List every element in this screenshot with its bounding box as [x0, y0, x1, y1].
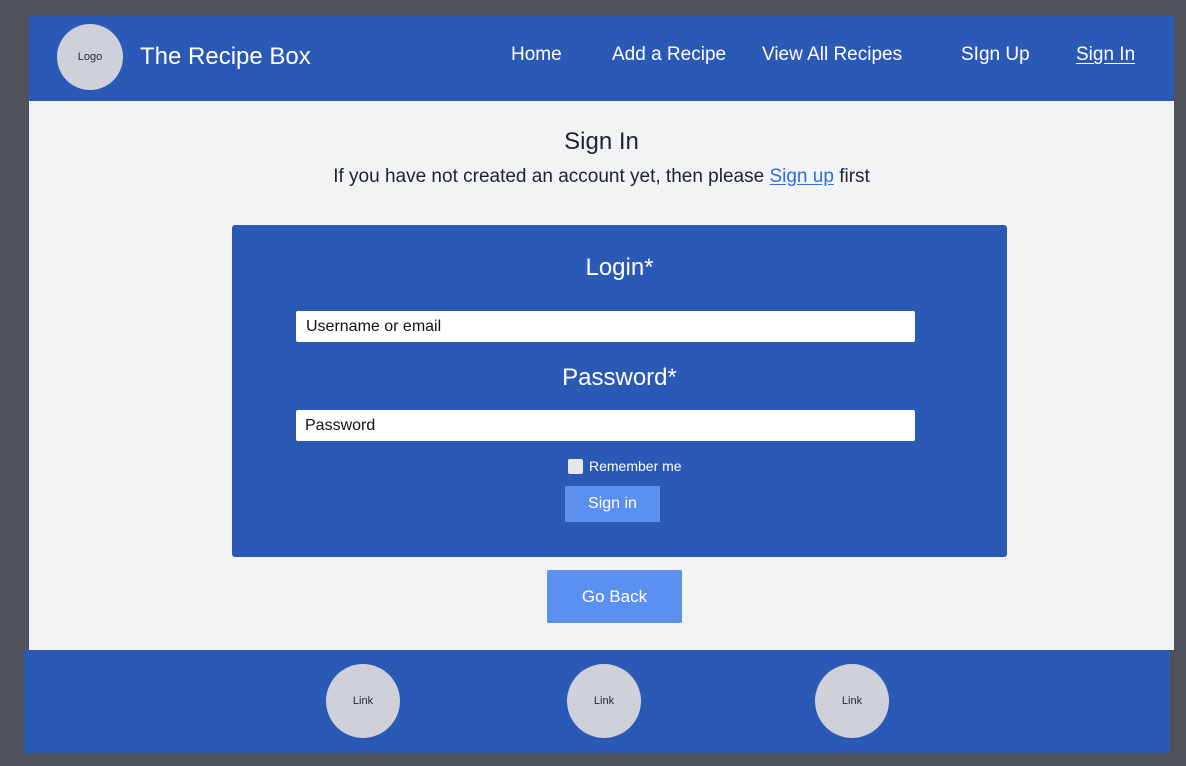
- remember-me-label: Remember me: [589, 458, 682, 474]
- subtitle-text-after: first: [839, 166, 870, 187]
- logo-text: Logo: [77, 51, 103, 63]
- password-input[interactable]: [296, 410, 915, 441]
- site-header: Logo The Recipe Box Home Add a Recipe Vi…: [29, 16, 1174, 101]
- page-title: Sign In: [564, 128, 639, 155]
- nav-sign-in[interactable]: Sign In: [1076, 44, 1135, 66]
- nav-add-recipe[interactable]: Add a Recipe: [612, 44, 726, 66]
- go-back-button[interactable]: Go Back: [547, 570, 682, 623]
- page: Logo The Recipe Box Home Add a Recipe Vi…: [29, 16, 1174, 650]
- footer-link-1[interactable]: Link: [326, 664, 400, 738]
- remember-me-checkbox[interactable]: [568, 458, 583, 474]
- sign-in-form: Login* Password* Remember me Sign in: [232, 225, 1007, 557]
- site-title[interactable]: The Recipe Box: [140, 43, 311, 71]
- nav-sign-up[interactable]: SIgn Up: [961, 44, 1030, 66]
- site-footer: Link Link Link: [24, 650, 1170, 753]
- page-subtitle: If you have not created an account yet, …: [29, 166, 1174, 188]
- remember-me: Remember me: [568, 458, 682, 474]
- subtitle-text-before: If you have not created an account yet, …: [333, 166, 765, 187]
- footer-link-2[interactable]: Link: [567, 664, 641, 738]
- nav-home[interactable]: Home: [511, 44, 562, 66]
- login-label: Login*: [585, 254, 654, 281]
- login-input[interactable]: [296, 311, 915, 342]
- password-label: Password*: [562, 364, 677, 391]
- footer-link-3[interactable]: Link: [815, 664, 889, 738]
- sign-in-button[interactable]: Sign in: [565, 486, 660, 522]
- sign-up-link[interactable]: Sign up: [769, 166, 833, 187]
- logo[interactable]: Logo: [57, 24, 123, 90]
- nav-view-all-recipes[interactable]: View All Recipes: [762, 44, 902, 66]
